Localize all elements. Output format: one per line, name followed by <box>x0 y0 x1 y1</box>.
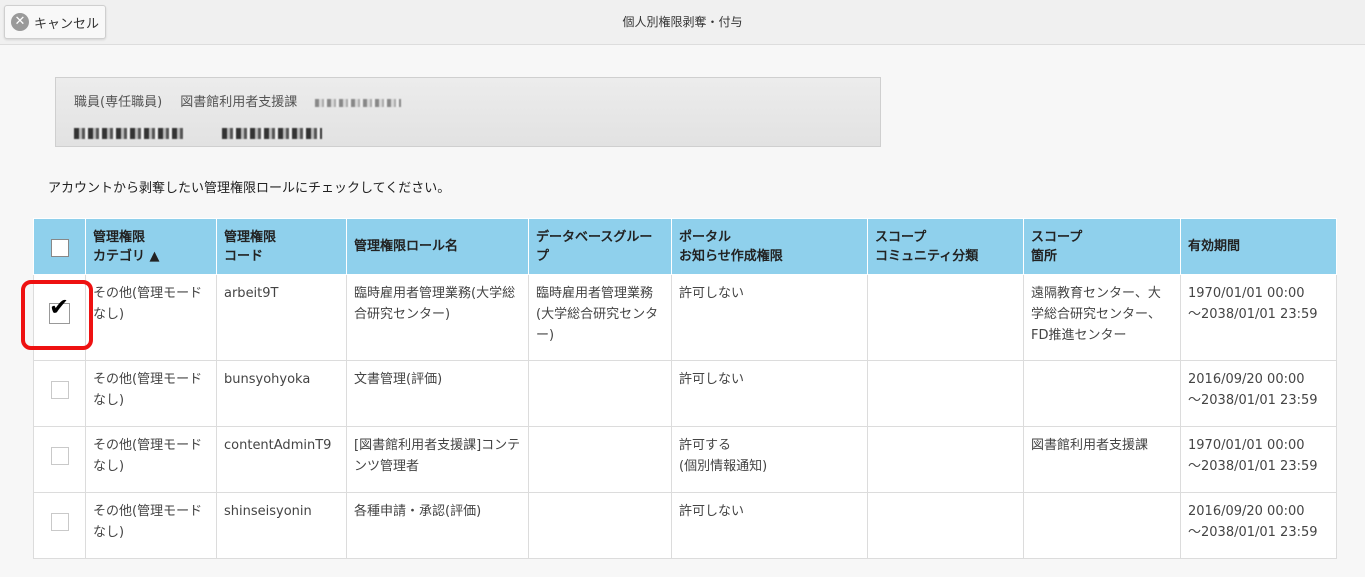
cell-category: その他(管理モードなし) <box>85 274 217 361</box>
cell-portal-l2: (個別情報通知) <box>679 459 768 474</box>
header-scope-comm-l2: コミュニティ分類 <box>875 248 979 264</box>
cell-db-group <box>528 426 672 493</box>
cell-portal-l1: 許可しない <box>679 372 745 387</box>
cell-portal: 許可しない <box>671 492 868 559</box>
cell-scope-place <box>1023 492 1181 559</box>
cell-portal-l1: 許可しない <box>679 286 745 301</box>
cell-period-end: ～2038/01/01 23:59 <box>1188 393 1318 408</box>
row-select-cell <box>33 360 86 427</box>
page-title: 個人別権限剥奪・付与 <box>622 15 743 29</box>
role-table: 管理権限 カテゴリ ▲ 管理権限 コード 管理権限ロール名 データベースグループ… <box>33 218 1337 559</box>
cell-scope-community <box>867 492 1024 559</box>
cell-period-end: ～2038/01/01 23:59 <box>1188 525 1318 540</box>
redacted-id-a <box>74 128 184 139</box>
check-mark-icon: ✔ <box>49 293 70 321</box>
cell-role-name: 文書管理(評価) <box>346 360 529 427</box>
cell-period: 2016/09/20 00:00 ～2038/01/01 23:59 <box>1180 360 1337 427</box>
header-category-l2: カテゴリ ▲ <box>93 248 160 264</box>
cell-portal-l1: 許可しない <box>679 504 745 519</box>
header-scope-place[interactable]: スコープ 箇所 <box>1023 218 1181 275</box>
cell-period: 1970/01/01 00:00 ～2038/01/01 23:59 <box>1180 426 1337 493</box>
header-code[interactable]: 管理権限 コード <box>216 218 347 275</box>
cell-scope-place: 遠隔教育センター、大学総合研究センター、FD推進センター <box>1023 274 1181 361</box>
user-affiliation: 職員(専任職員) 図書館利用者支援課 <box>74 91 415 110</box>
header-portal[interactable]: ポータル お知らせ作成権限 <box>671 218 868 275</box>
header-scope-place-l2: 箇所 <box>1031 248 1058 264</box>
header-category-l1: 管理権限 <box>93 229 146 245</box>
cell-scope-community <box>867 274 1024 361</box>
row-checkbox[interactable] <box>50 447 69 465</box>
cell-period: 1970/01/01 00:00 ～2038/01/01 23:59 <box>1180 274 1337 361</box>
header-category[interactable]: 管理権限 カテゴリ ▲ <box>85 218 217 275</box>
cell-category: その他(管理モードなし) <box>85 492 217 559</box>
cell-scope-community <box>867 426 1024 493</box>
header-scope-community[interactable]: スコープ コミュニティ分類 <box>867 218 1024 275</box>
row-checkbox[interactable] <box>50 381 69 399</box>
cell-period-start: 2016/09/20 00:00 <box>1188 504 1305 519</box>
cell-period-start: 2016/09/20 00:00 <box>1188 372 1305 387</box>
cell-role-name: 臨時雇用者管理業務(大学総合研究センター) <box>346 274 529 361</box>
header-period[interactable]: 有効期間 <box>1180 218 1337 275</box>
user-id-line <box>74 126 323 141</box>
row-checkbox[interactable] <box>50 513 69 531</box>
cell-code: contentAdminT9 <box>216 426 347 493</box>
cell-period-start: 1970/01/01 00:00 <box>1188 286 1305 301</box>
table-header-row: 管理権限 カテゴリ ▲ 管理権限 コード 管理権限ロール名 データベースグループ… <box>33 218 1337 275</box>
row-select-cell <box>33 492 86 559</box>
user-type: 職員(専任職員) <box>74 95 163 110</box>
table-row[interactable]: その他(管理モードなし) bunsyohyoka 文書管理(評価) 許可しない … <box>33 360 1337 427</box>
cell-db-group <box>528 360 672 427</box>
cell-portal: 許可しない <box>671 360 868 427</box>
table-row[interactable]: ✔ その他(管理モードなし) arbeit9T 臨時雇用者管理業務(大学総合研究… <box>33 274 1337 361</box>
cell-scope-community <box>867 360 1024 427</box>
header-db-group[interactable]: データベースグループ <box>528 218 672 275</box>
user-department: 図書館利用者支援課 <box>180 95 298 110</box>
cell-period-end: ～2038/01/01 23:59 <box>1188 459 1318 474</box>
cell-portal-l1: 許可する <box>679 438 732 453</box>
cell-role-name: 各種申請・承認(評価) <box>346 492 529 559</box>
cell-code: bunsyohyoka <box>216 360 347 427</box>
cell-db-group: 臨時雇用者管理業務(大学総合研究センター) <box>528 274 672 361</box>
cell-period: 2016/09/20 00:00 ～2038/01/01 23:59 <box>1180 492 1337 559</box>
top-toolbar: ✕ キャンセル 個人別権限剥奪・付与 <box>0 0 1365 45</box>
select-all-checkbox[interactable] <box>50 238 69 257</box>
cell-role-name: [図書館利用者支援課]コンテンツ管理者 <box>346 426 529 493</box>
cell-period-end: ～2038/01/01 23:59 <box>1188 307 1318 322</box>
cell-portal: 許可する (個別情報通知) <box>671 426 868 493</box>
header-code-l2: コード <box>224 248 264 264</box>
redacted-id-b <box>222 128 323 139</box>
cell-portal: 許可しない <box>671 274 868 361</box>
cell-category: その他(管理モードなし) <box>85 426 217 493</box>
redacted-name <box>315 98 402 107</box>
header-scope-place-l1: スコープ <box>1031 229 1083 245</box>
cell-code: arbeit9T <box>216 274 347 361</box>
header-select-all <box>33 218 86 275</box>
row-checkbox-checked[interactable]: ✔ <box>49 295 70 324</box>
cell-period-start: 1970/01/01 00:00 <box>1188 438 1305 453</box>
header-code-l1: 管理権限 <box>224 229 277 245</box>
cell-category: その他(管理モードなし) <box>85 360 217 427</box>
cell-scope-place <box>1023 360 1181 427</box>
header-scope-comm-l1: スコープ <box>875 229 927 245</box>
header-portal-l1: ポータル <box>679 229 732 245</box>
user-info-box: 職員(専任職員) 図書館利用者支援課 <box>55 77 881 147</box>
header-role-name[interactable]: 管理権限ロール名 <box>346 218 529 275</box>
header-portal-l2: お知らせ作成権限 <box>679 248 783 264</box>
row-select-cell: ✔ <box>33 274 86 361</box>
table-row[interactable]: その他(管理モードなし) contentAdminT9 [図書館利用者支援課]コ… <box>33 426 1337 493</box>
row-select-cell <box>33 426 86 493</box>
cell-code: shinseisyonin <box>216 492 347 559</box>
instruction-text: アカウントから剥奪したい管理権限ロールにチェックしてください。 <box>48 181 451 196</box>
cell-db-group <box>528 492 672 559</box>
table-row[interactable]: その他(管理モードなし) shinseisyonin 各種申請・承認(評価) 許… <box>33 492 1337 559</box>
cell-scope-place: 図書館利用者支援課 <box>1023 426 1181 493</box>
